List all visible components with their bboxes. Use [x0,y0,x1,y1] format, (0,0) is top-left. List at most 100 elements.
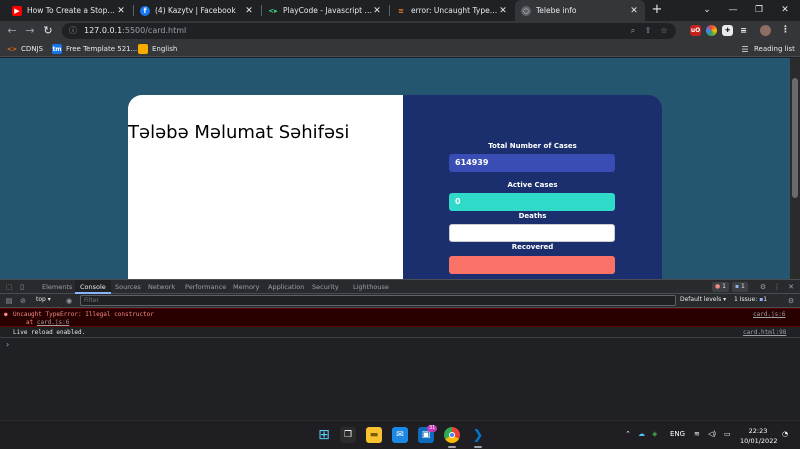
avatar[interactable] [760,25,771,36]
clear-console-icon[interactable]: ⊘ [18,296,28,306]
bookmark-free-template[interactable]: tm Free Template 521... [52,43,137,55]
tab-label: error: Uncaught TypeError: Il [411,6,498,15]
wifi-icon[interactable]: ≋ [694,430,700,438]
devtools-close-icon[interactable]: ✕ [786,282,796,292]
devtools-tab-lighthouse[interactable]: Lighthouse [353,280,389,294]
tab-label: (4) Kazytv | Facebook [155,6,236,15]
issues-button[interactable]: 1 Issue: ▪1 [734,296,767,303]
error-count-badge[interactable]: ● 1 [712,282,729,292]
log-text: Live reload enabled. [13,329,86,336]
devtools-menu-icon[interactable]: ⋮ [772,282,782,292]
tab-facebook[interactable]: f (4) Kazytv | Facebook ✕ [134,0,260,21]
zoom-search-icon[interactable]: ⌕ [627,25,639,37]
vscode-icon[interactable]: ❯ [470,427,486,443]
color-picker-icon[interactable] [706,25,717,36]
new-tab-button[interactable]: + [650,2,664,18]
extensions-puzzle-icon[interactable]: ✚ [722,25,733,36]
context-selector[interactable]: top ▾ [36,296,51,303]
volume-icon[interactable]: ◁) [708,430,716,438]
restore-icon[interactable]: ❐ [752,2,766,18]
tab-label: PlayCode - Javascript Playgr [283,6,372,15]
tab-youtube[interactable]: ▶ How To Create a Stopwatch | ✕ [6,0,132,21]
close-icon[interactable]: ✕ [116,6,126,16]
windows-start-icon[interactable]: ⊞ [316,427,332,443]
devtools-tab-network[interactable]: Network [148,280,175,294]
error-stack-link[interactable]: card.js:6 [37,319,70,326]
minimize-icon[interactable]: — [726,2,740,18]
console-prompt-chevron-icon[interactable]: › [6,340,9,349]
clock-date: 10/01/2022 [740,437,778,445]
devtools-tab-console[interactable]: Console [75,280,111,294]
log-source-link[interactable]: card.html:98 [743,329,786,336]
language-indicator[interactable]: ENG [670,430,685,438]
devtools-tab-performance[interactable]: Performance [185,280,226,294]
close-icon[interactable]: ✕ [498,6,508,16]
bookmark-star-icon[interactable]: ☆ [658,25,670,37]
task-view-icon[interactable]: ❐ [340,427,356,443]
info-icon[interactable]: ⓘ [69,25,77,36]
devtools-tab-application[interactable]: Application [268,280,304,294]
devtools-tab-bar: ⬚ ▯ Elements Console Sources Network Per… [0,279,800,294]
console-filter-input[interactable] [80,295,676,306]
back-icon[interactable]: ← [5,23,19,39]
file-explorer-icon[interactable]: ▬ [366,427,382,443]
address-bar[interactable]: ⓘ 127.0.0.1:5500/card.html ⌕ ⇪ ☆ [62,23,676,39]
devtools-tab-elements[interactable]: Elements [42,280,72,294]
url-text: 127.0.0.1:5500/card.html [84,26,187,35]
share-icon[interactable]: ⇪ [642,25,654,37]
error-icon: ● [715,283,721,290]
devtools-tab-memory[interactable]: Memory [233,280,259,294]
stat-value-recovered [449,256,615,274]
chrome-icon[interactable] [444,427,460,443]
ublock-icon[interactable]: uO [690,25,701,36]
bookmark-english[interactable]: English [138,43,177,55]
close-icon[interactable]: ✕ [244,6,254,16]
close-icon[interactable]: ✕ [629,6,639,16]
inspect-element-icon[interactable]: ⬚ [4,282,14,292]
reading-list-button[interactable]: ☰ Reading list [740,43,795,55]
media-icon[interactable]: ≡ [738,25,749,36]
stat-label-total: Total Number of Cases [488,142,577,150]
error-stack: at card.js:6 [26,319,70,326]
facebook-icon: f [140,5,150,16]
scrollbar-thumb[interactable] [792,78,798,198]
tab-playcode[interactable]: <▸ PlayCode - Javascript Playgr ✕ [262,0,388,21]
menu-kebab-icon[interactable]: ⋮ [780,25,791,36]
eye-icon[interactable]: ◉ [64,296,74,306]
forward-icon[interactable]: → [23,23,37,39]
battery-icon[interactable]: ▭ [724,430,731,438]
notification-center-icon[interactable]: ◔ [782,430,788,438]
system-clock[interactable]: 22:23 10/01/2022 [740,426,778,446]
tab-stackoverflow[interactable]: ≡ error: Uncaught TypeError: Il ✕ [390,0,514,21]
close-icon[interactable]: ✕ [372,6,382,16]
bookmark-cdnjs[interactable]: <> CDNJS [7,43,43,55]
notification-badge: 31 [427,425,438,432]
reload-icon[interactable]: ↻ [41,23,55,39]
app-tray-icon[interactable]: ◈ [652,430,657,438]
stat-value-total: 614939 [449,154,615,172]
stat-label-deaths: Deaths [518,212,547,220]
devtools-tab-sources[interactable]: Sources [115,280,141,294]
devtools-tab-security[interactable]: Security [312,280,339,294]
settings-gear-icon[interactable]: ⚙ [758,282,768,292]
onedrive-icon[interactable]: ☁ [638,430,645,438]
error-text: Uncaught TypeError: Illegal constructor [13,311,154,318]
console-filter-bar: ▤ ⊘ top ▾ ◉ Default levels ▾ 1 Issue: ▪1… [0,294,800,308]
page-scrollbar[interactable] [790,58,800,279]
device-toolbar-icon[interactable]: ▯ [17,282,27,292]
console-log-message: Live reload enabled. card.html:98 [0,327,800,338]
error-icon: ● [4,311,8,318]
mail-icon[interactable]: ✉ [392,427,408,443]
window-close-icon[interactable]: ✕ [778,2,792,18]
message-count-badge[interactable]: ▪ 1 [732,282,748,292]
console-settings-gear-icon[interactable]: ⚙ [786,296,796,306]
log-levels-dropdown[interactable]: Default levels ▾ [680,296,726,303]
sidebar-toggle-icon[interactable]: ▤ [4,296,14,306]
error-source-link[interactable]: card.js:6 [753,311,786,318]
youtube-icon: ▶ [12,5,22,16]
tray-overflow-chevron-icon[interactable]: ⌃ [625,430,631,438]
clock-time: 22:23 [748,427,768,435]
tab-search-icon[interactable]: ⌄ [700,2,714,18]
bookmarks-bar: <> CDNJS tm Free Template 521... English… [0,41,800,57]
tab-telebe-info[interactable]: ◌ Telebe info ✕ [515,0,645,21]
